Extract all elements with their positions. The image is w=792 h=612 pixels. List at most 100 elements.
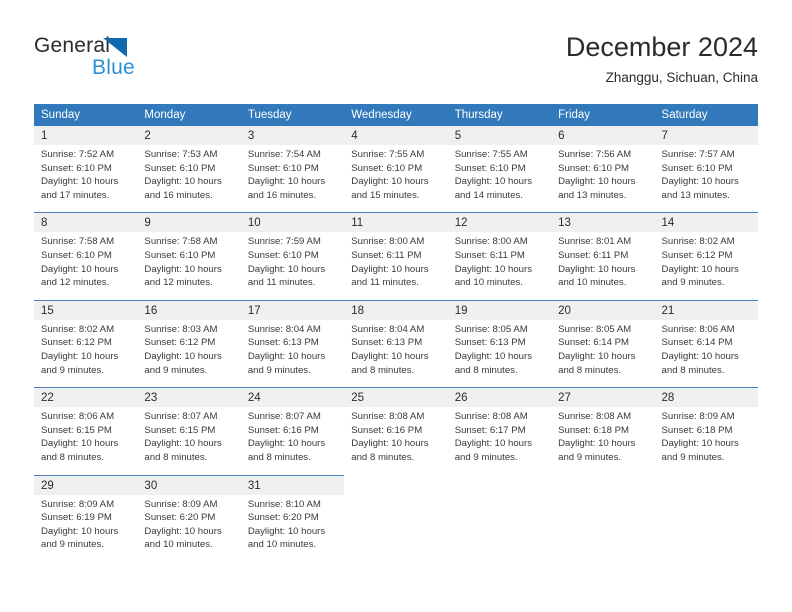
day-daylight-2-text: and 8 minutes. bbox=[351, 364, 415, 376]
day-number[interactable]: 15 bbox=[34, 299, 138, 320]
day-detail: Sunrise: 8:07 AM Sunset: 6:16 PM Daylight:… bbox=[240, 407, 345, 475]
weekday-header-friday: Friday bbox=[551, 104, 655, 126]
day-sunrise-text: Sunrise: 8:02 AM bbox=[41, 323, 115, 335]
day-sunset-text: Sunset: 6:10 PM bbox=[558, 162, 630, 174]
logo-triangle-icon bbox=[103, 38, 127, 57]
day-daylight-2-text: and 9 minutes. bbox=[661, 277, 725, 289]
day-number[interactable]: 17 bbox=[240, 299, 345, 320]
page-title: December 2024 bbox=[565, 32, 758, 62]
sunrise-sunset-calendar-table: Sunday Monday Tuesday Wednesday Thursday… bbox=[34, 104, 758, 562]
day-sunset-text: Sunset: 6:11 PM bbox=[454, 249, 525, 261]
day-daylight-2-text: and 10 minutes. bbox=[454, 277, 523, 289]
day-sunrise-text: Sunrise: 8:00 AM bbox=[454, 236, 528, 248]
week-detail-row: Sunrise: 8:02 AM Sunset: 6:12 PM Daylight:… bbox=[34, 319, 758, 388]
day-daylight-2-text: and 11 minutes. bbox=[247, 277, 316, 289]
week-detail-row: Sunrise: 8:06 AM Sunset: 6:15 PM Daylight:… bbox=[34, 407, 758, 475]
day-sunset-text: Sunset: 6:18 PM bbox=[558, 424, 630, 436]
day-number[interactable]: 27 bbox=[551, 387, 655, 408]
week-daynumber-row: 1234567 bbox=[34, 126, 758, 145]
day-daylight-1-text: Daylight: 10 hours bbox=[454, 350, 533, 362]
day-number[interactable]: 16 bbox=[137, 299, 241, 320]
day-number[interactable]: 26 bbox=[447, 387, 552, 408]
day-daylight-2-text: and 11 minutes. bbox=[351, 277, 419, 289]
week-daynumber-row: 29 30 31 bbox=[34, 474, 758, 495]
day-number[interactable]: 28 bbox=[654, 387, 758, 408]
day-number[interactable]: 29 bbox=[34, 474, 138, 495]
day-number[interactable]: 23 bbox=[137, 387, 241, 408]
day-sunrise-text: Sunrise: 7:59 AM bbox=[247, 236, 321, 248]
day-number[interactable]: 12 bbox=[447, 212, 552, 233]
week-detail-row: Sunrise: 7:58 AM Sunset: 6:10 PM Daylight:… bbox=[34, 232, 758, 301]
day-number[interactable]: 4 bbox=[344, 126, 448, 145]
day-sunrise-text: Sunrise: 7:55 AM bbox=[351, 149, 425, 160]
day-daylight-2-text: and 9 minutes. bbox=[454, 451, 518, 463]
day-daylight-1-text: Daylight: 10 hours bbox=[41, 350, 119, 362]
day-daylight-2-text: and 8 minutes. bbox=[41, 451, 104, 463]
page-header: General Blue December 2024 Zhanggu, Sich… bbox=[0, 0, 792, 100]
day-number[interactable]: 24 bbox=[240, 387, 345, 408]
day-detail: Sunrise: 8:10 AM Sunset: 6:20 PM Daylight:… bbox=[240, 494, 345, 562]
day-number[interactable]: 8 bbox=[34, 212, 138, 233]
day-daylight-2-text: and 17 minutes. bbox=[41, 189, 110, 201]
day-daylight-1-text: Daylight: 10 hours bbox=[247, 438, 326, 450]
day-daylight-2-text: and 16 minutes. bbox=[144, 189, 213, 201]
day-sunset-text: Sunset: 6:19 PM bbox=[41, 512, 112, 524]
day-detail-empty bbox=[551, 494, 655, 562]
day-daylight-1-text: Daylight: 10 hours bbox=[454, 438, 533, 450]
day-detail: Sunrise: 8:09 AM Sunset: 6:19 PM Daylight:… bbox=[34, 494, 138, 562]
day-detail: Sunrise: 8:05 AM Sunset: 6:14 PM Daylight:… bbox=[551, 319, 655, 388]
week-daynumber-row: 15 16 17 18 19 20 21 bbox=[34, 299, 758, 320]
day-number[interactable]: 19 bbox=[447, 299, 552, 320]
day-daylight-2-text: and 9 minutes. bbox=[558, 451, 622, 463]
day-sunrise-text: Sunrise: 8:03 AM bbox=[144, 323, 218, 335]
day-number[interactable]: 25 bbox=[344, 387, 448, 408]
day-number[interactable]: 1 bbox=[34, 126, 138, 145]
day-sunset-text: Sunset: 6:12 PM bbox=[144, 337, 216, 349]
calendar-header-row: Sunday Monday Tuesday Wednesday Thursday… bbox=[34, 104, 758, 126]
day-number[interactable]: 6 bbox=[551, 126, 655, 145]
day-number[interactable]: 21 bbox=[654, 299, 758, 320]
day-sunset-text: Sunset: 6:17 PM bbox=[454, 424, 526, 436]
day-number[interactable]: 7 bbox=[654, 126, 758, 145]
day-sunrise-text: Sunrise: 7:57 AM bbox=[661, 149, 735, 160]
day-number[interactable]: 5 bbox=[447, 126, 552, 145]
page-subtitle: Zhanggu, Sichuan, China bbox=[605, 70, 758, 85]
day-sunset-text: Sunset: 6:20 PM bbox=[247, 512, 319, 524]
day-number[interactable]: 3 bbox=[240, 126, 345, 145]
day-number-empty bbox=[551, 475, 655, 495]
day-number[interactable]: 14 bbox=[654, 212, 758, 233]
day-sunrise-text: Sunrise: 8:05 AM bbox=[454, 323, 528, 335]
day-number[interactable]: 30 bbox=[137, 474, 241, 495]
day-sunset-text: Sunset: 6:15 PM bbox=[41, 424, 112, 436]
day-detail: Sunrise: 7:55 AM Sunset: 6:10 PM Daylight:… bbox=[344, 145, 448, 213]
day-sunrise-text: Sunrise: 7:54 AM bbox=[247, 149, 321, 160]
day-number[interactable]: 2 bbox=[137, 126, 241, 145]
day-sunrise-text: Sunrise: 8:07 AM bbox=[247, 411, 321, 423]
day-daylight-1-text: Daylight: 10 hours bbox=[661, 350, 739, 362]
day-detail: Sunrise: 8:08 AM Sunset: 6:17 PM Daylight:… bbox=[447, 407, 552, 475]
weekday-header-tuesday: Tuesday bbox=[240, 104, 345, 126]
day-number[interactable]: 13 bbox=[551, 212, 655, 233]
day-detail: Sunrise: 7:55 AM Sunset: 6:10 PM Daylight:… bbox=[447, 145, 552, 213]
day-number[interactable]: 11 bbox=[344, 212, 448, 233]
day-sunrise-text: Sunrise: 8:09 AM bbox=[661, 411, 735, 423]
day-number[interactable]: 10 bbox=[240, 212, 345, 233]
day-number[interactable]: 18 bbox=[344, 299, 448, 320]
day-daylight-2-text: and 10 minutes. bbox=[558, 277, 627, 289]
day-detail: Sunrise: 7:58 AM Sunset: 6:10 PM Daylight:… bbox=[137, 232, 241, 301]
day-number[interactable]: 22 bbox=[34, 387, 138, 408]
day-number[interactable]: 31 bbox=[240, 474, 345, 495]
day-daylight-2-text: and 14 minutes. bbox=[454, 189, 523, 201]
day-detail: Sunrise: 8:03 AM Sunset: 6:12 PM Daylight:… bbox=[137, 319, 241, 388]
day-detail-empty bbox=[654, 494, 758, 562]
day-detail: Sunrise: 8:09 AM Sunset: 6:18 PM Daylight:… bbox=[654, 407, 758, 475]
day-number[interactable]: 9 bbox=[137, 212, 241, 233]
day-detail: Sunrise: 8:08 AM Sunset: 6:16 PM Daylight:… bbox=[344, 407, 448, 475]
day-sunrise-text: Sunrise: 8:07 AM bbox=[144, 411, 218, 423]
day-daylight-2-text: and 9 minutes. bbox=[661, 451, 725, 463]
day-daylight-1-text: Daylight: 10 hours bbox=[558, 438, 636, 450]
day-sunrise-text: Sunrise: 8:08 AM bbox=[454, 411, 528, 423]
day-daylight-1-text: Daylight: 10 hours bbox=[454, 263, 533, 275]
day-number-empty bbox=[447, 475, 552, 495]
day-number[interactable]: 20 bbox=[551, 299, 655, 320]
